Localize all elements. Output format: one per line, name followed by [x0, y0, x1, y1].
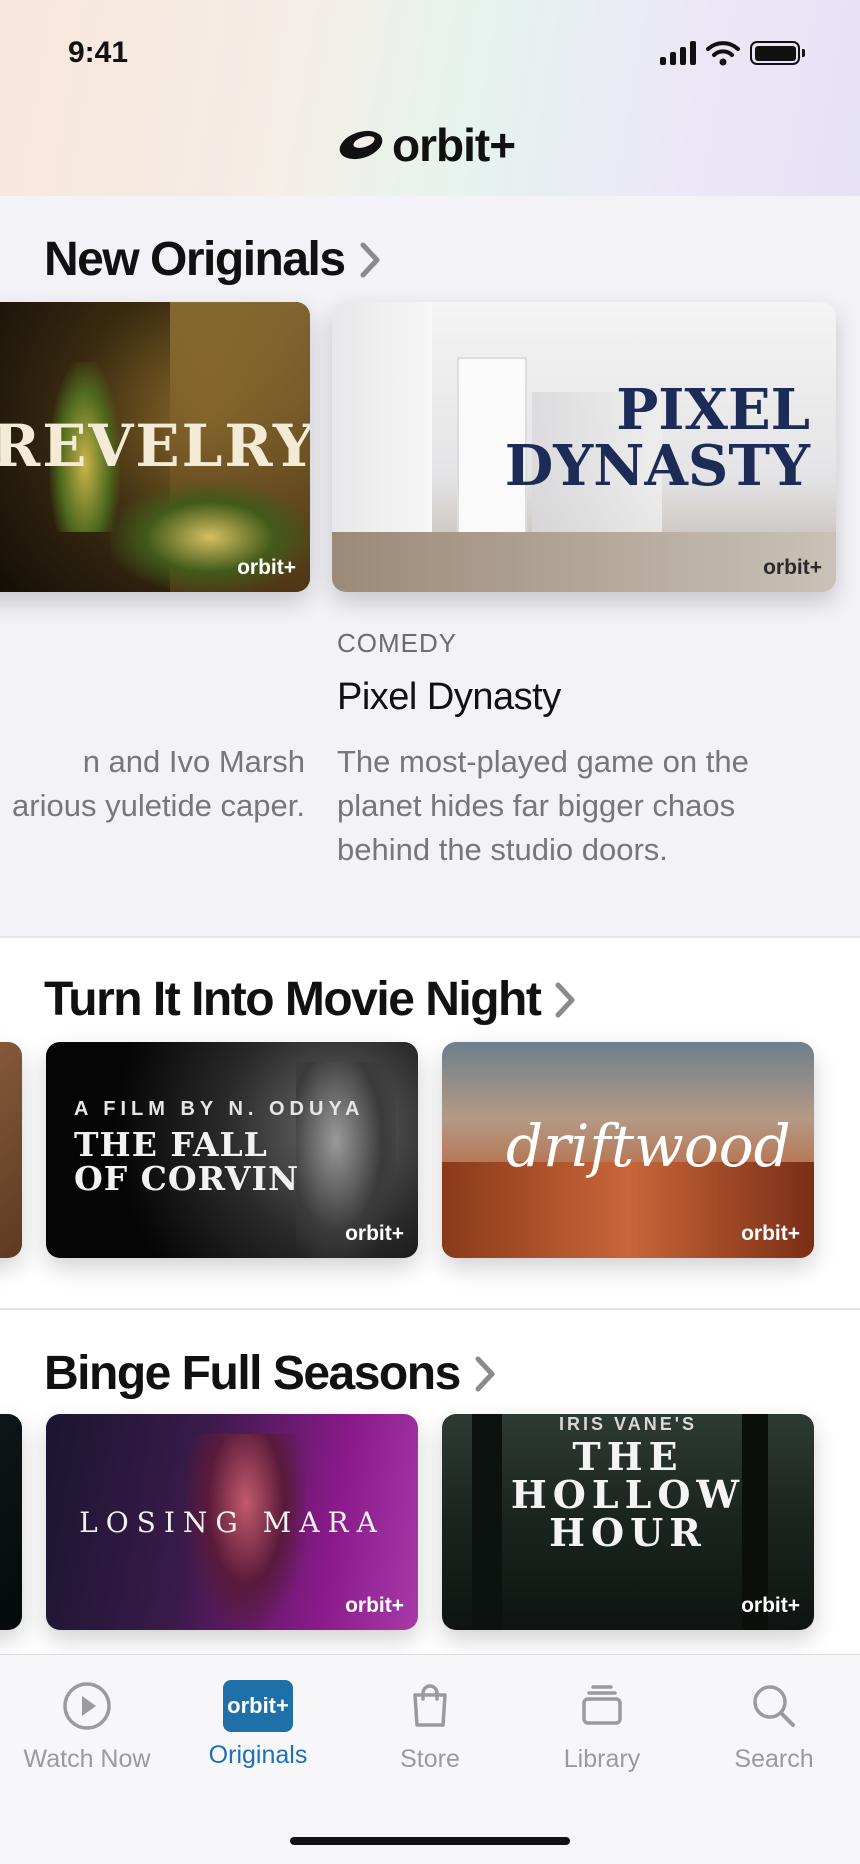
brand-badge: orbit+ — [345, 1222, 404, 1245]
section-title-text: Binge Full Seasons — [44, 1347, 461, 1400]
header: 9:41 orbit+ — [0, 0, 860, 196]
title-line-1: PIXEL — [616, 377, 810, 443]
cellular-signal-icon — [660, 41, 696, 65]
home-indicator[interactable] — [290, 1837, 570, 1845]
tab-bar: Watch Now orbit+ Originals Store Library… — [0, 1654, 860, 1864]
tab-label: Originals — [208, 1741, 308, 1769]
card-title-losing-mara: LOSING MARA — [79, 1506, 385, 1539]
app-logo: orbit+ — [336, 118, 516, 172]
tab-label: Watch Now — [23, 1745, 151, 1773]
title-line-1: THE FALL — [74, 1125, 268, 1164]
partial-description-line-1: n and Ivo Marsh — [82, 744, 305, 779]
card-title-fall-of-corvin: THE FALL OF CORVIN — [74, 1128, 299, 1196]
poster-card-offscreen[interactable] — [0, 1042, 22, 1258]
card-title-revelry: REVELRY — [0, 412, 310, 480]
featured-genre: COMEDY — [337, 628, 458, 658]
play-circle-icon — [12, 1673, 162, 1739]
tab-store[interactable]: Store — [355, 1673, 505, 1774]
section-title-text: New Originals — [44, 233, 346, 286]
section-title-binge[interactable]: Binge Full Seasons — [44, 1346, 496, 1401]
logo-text: orbit+ — [392, 119, 516, 171]
poster-card-revelry[interactable]: REVELRY orbit+ — [0, 302, 310, 592]
section-divider — [0, 1308, 860, 1310]
tab-library[interactable]: Library — [527, 1673, 677, 1774]
brand-badge: orbit+ — [345, 1594, 404, 1617]
title-line-3: HOUR — [549, 1510, 707, 1555]
brand-badge: orbit+ — [237, 556, 296, 579]
brand-badge: orbit+ — [763, 556, 822, 579]
chevron-right-icon — [555, 982, 575, 1017]
brand-badge: orbit+ — [741, 1594, 800, 1617]
search-icon — [699, 1673, 849, 1739]
poster-card-hollow-hour[interactable]: IRIS VANE'S THE HOLLOW HOUR orbit+ — [442, 1414, 814, 1630]
card-tagline: A FILM BY N. ODUYA — [74, 1098, 365, 1120]
featured-description: The most-played game on the planet hides… — [337, 744, 749, 867]
tab-label: Store — [400, 1745, 460, 1773]
floor — [332, 532, 836, 592]
poster-card-driftwood[interactable]: driftwood orbit+ — [442, 1042, 814, 1258]
title-line-2: HOLLOW — [510, 1472, 746, 1517]
title-line-2: OF CORVIN — [74, 1159, 300, 1198]
card-tagline: IRIS VANE'S — [559, 1414, 697, 1434]
section-divider — [0, 936, 860, 938]
card-title-hollow-hour: THE HOLLOW HOUR — [442, 1438, 814, 1552]
status-time: 9:41 — [68, 36, 129, 69]
screen: 9:41 orbit+ New Originals REVELRY orbit+… — [0, 0, 860, 1864]
tab-label: Library — [563, 1745, 641, 1773]
tab-search[interactable]: Search — [699, 1673, 849, 1774]
originals-badge: orbit+ — [223, 1680, 293, 1732]
featured-title[interactable]: Pixel Dynasty — [337, 676, 561, 719]
orbit-logo-icon — [339, 130, 383, 160]
brand-badge: orbit+ — [741, 1222, 800, 1245]
card-title-pixel-dynasty: PIXEL DYNASTY — [505, 382, 810, 494]
shopping-bag-icon — [355, 1673, 505, 1739]
tab-label: Search — [734, 1745, 814, 1773]
battery-icon — [750, 41, 805, 65]
poster-card-fall-of-corvin[interactable]: A FILM BY N. ODUYA THE FALL OF CORVIN or… — [46, 1042, 418, 1258]
status-icons — [660, 40, 805, 66]
orbit-badge-icon: orbit+ — [183, 1673, 333, 1739]
title-line-2: DYNASTY — [504, 433, 810, 499]
tab-originals[interactable]: orbit+ Originals — [183, 1673, 333, 1770]
stack-icon — [527, 1673, 677, 1739]
section-title-text: Turn It Into Movie Night — [44, 973, 542, 1026]
poster-card-pixel-dynasty[interactable]: PIXEL DYNASTY orbit+ — [332, 302, 836, 592]
card-title-driftwood: driftwood — [506, 1112, 791, 1180]
tab-watch-now[interactable]: Watch Now — [12, 1673, 162, 1774]
title-line-1: THE — [572, 1434, 684, 1479]
section-title-movie-night[interactable]: Turn It Into Movie Night — [44, 972, 576, 1027]
wifi-icon — [706, 41, 740, 66]
partial-description: n and Ivo Marsh arious yuletide caper. — [0, 740, 305, 828]
chevron-right-icon — [360, 242, 380, 277]
poster-card-offscreen[interactable] — [0, 1414, 22, 1630]
partial-description-line-2: arious yuletide caper. — [12, 788, 305, 823]
section-title-new-originals[interactable]: New Originals — [44, 232, 381, 287]
poster-card-losing-mara[interactable]: LOSING MARA orbit+ — [46, 1414, 418, 1630]
chevron-right-icon — [475, 1356, 495, 1391]
